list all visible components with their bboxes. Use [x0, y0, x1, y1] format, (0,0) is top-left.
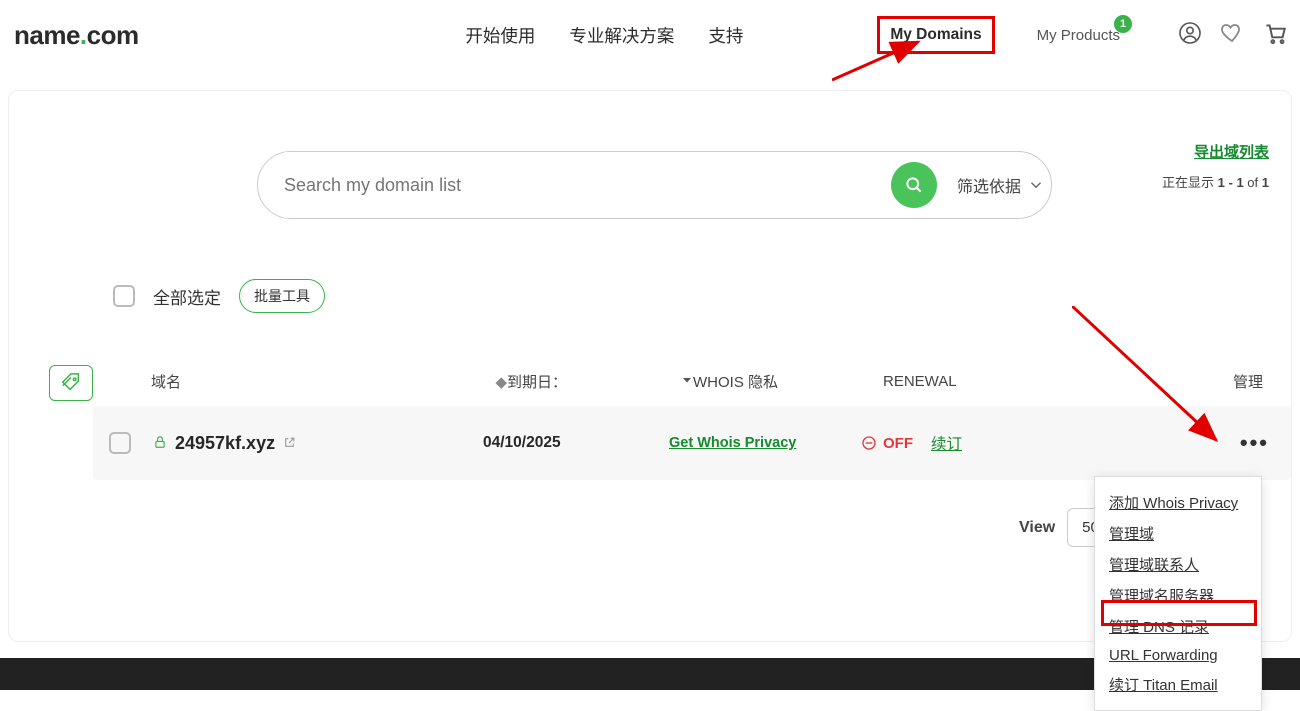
whois-privacy-link[interactable]: Get Whois Privacy [669, 435, 861, 451]
header-manage: 管理 [1143, 371, 1271, 392]
showing-prefix: 正在显示 [1162, 175, 1218, 190]
nav-my-domains-label: My Domains [890, 26, 981, 43]
export-info: 导出域列表 正在显示 1 - 1 of 1 [1162, 141, 1269, 191]
more-actions-button[interactable]: ••• [1240, 430, 1269, 455]
nav-support[interactable]: 支持 [708, 23, 743, 48]
showing-range: 1 - 1 [1218, 175, 1244, 190]
tag-icon[interactable] [49, 365, 93, 401]
header-whois: WHOIS 隐私 [693, 371, 883, 392]
select-all-label: 全部选定 [153, 284, 221, 309]
header: name.com 开始使用 专业解决方案 支持 My Domains My Pr… [0, 0, 1300, 70]
filter-dropdown[interactable]: 筛选依据 [957, 173, 1045, 197]
menu-add-whois[interactable]: 添加 Whois Privacy [1107, 487, 1249, 518]
menu-manage-contacts[interactable]: 管理域联系人 [1107, 549, 1249, 580]
logo[interactable]: name.com [14, 20, 139, 51]
renew-link[interactable]: 续订 [931, 432, 962, 454]
domain-name-cell[interactable]: 24957kf.xyz [153, 433, 483, 454]
select-all-checkbox[interactable] [113, 285, 135, 307]
domain-table: 域名 ◆ 到期日： WHOIS 隐私 RENEWAL 管理 24957kf.xy… [9, 371, 1291, 480]
chevron-down-icon [681, 373, 693, 390]
header-domain[interactable]: 域名 ◆ [151, 371, 507, 392]
actions-dropdown: 添加 Whois Privacy 管理域 管理域联系人 管理域名服务器 管理 D… [1094, 476, 1262, 711]
nav-my-domains[interactable]: My Domains [877, 16, 994, 54]
expire-cell: 04/10/2025 [483, 434, 669, 452]
showing-total: 1 [1262, 175, 1269, 190]
header-expire-label: 到期日： [507, 371, 567, 392]
search-icon [904, 175, 924, 195]
search-wrap: 筛选依据 [257, 151, 1052, 219]
heart-icon[interactable] [1220, 21, 1244, 50]
filter-label: 筛选依据 [957, 173, 1021, 197]
nav-my-products[interactable]: My Products 1 [1037, 27, 1120, 44]
header-domain-label: 域名 [151, 371, 181, 392]
table-header: 域名 ◆ 到期日： WHOIS 隐私 RENEWAL 管理 [9, 371, 1291, 406]
tools-row: 全部选定 批量工具 [113, 279, 1291, 313]
nav-solutions[interactable]: 专业解决方案 [569, 23, 674, 48]
highlight-dns [1101, 600, 1257, 626]
products-badge: 1 [1114, 15, 1132, 33]
sort-icon: ◆ [495, 373, 507, 391]
nav-start[interactable]: 开始使用 [465, 23, 535, 48]
menu-manage-domain[interactable]: 管理域 [1107, 518, 1249, 549]
row-checkbox[interactable] [109, 432, 131, 454]
renewal-cell: OFF 续订 [861, 432, 1111, 454]
cart-icon[interactable] [1262, 20, 1288, 51]
chevron-down-icon [1027, 176, 1045, 194]
external-link-icon[interactable] [283, 433, 296, 454]
export-list-link[interactable]: 导出域列表 [1162, 141, 1269, 162]
minus-circle-icon [861, 435, 877, 451]
menu-url-fwd[interactable]: URL Forwarding [1107, 642, 1249, 669]
table-row: 24957kf.xyz 04/10/2025 Get Whois Privacy… [93, 406, 1291, 480]
search-row: 筛选依据 导出域列表 正在显示 1 - 1 of 1 [9, 91, 1291, 219]
search-button[interactable] [891, 162, 937, 208]
domain-name-text: 24957kf.xyz [175, 433, 275, 454]
menu-titan[interactable]: 续订 Titan Email [1107, 669, 1249, 700]
view-label: View [1019, 519, 1055, 537]
bulk-tools-button[interactable]: 批量工具 [239, 279, 325, 313]
showing-count: 正在显示 1 - 1 of 1 [1162, 172, 1269, 191]
header-renewal: RENEWAL [883, 373, 1143, 390]
logo-dot: . [80, 20, 87, 50]
showing-of: of [1244, 175, 1262, 190]
logo-text-2: com [87, 20, 139, 50]
manage-cell: ••• [1111, 430, 1291, 456]
lock-icon [153, 433, 167, 454]
renewal-off: OFF [861, 435, 913, 452]
nav-my-products-label: My Products [1037, 27, 1120, 44]
top-nav: 开始使用 专业解决方案 支持 My Domains My Products 1 [465, 16, 1288, 54]
header-expire[interactable]: 到期日： [507, 371, 693, 392]
renewal-off-label: OFF [883, 435, 913, 452]
logo-text-1: name [14, 20, 80, 50]
account-icon[interactable] [1178, 21, 1202, 50]
header-icons [1178, 20, 1288, 51]
search-input[interactable] [284, 152, 891, 218]
